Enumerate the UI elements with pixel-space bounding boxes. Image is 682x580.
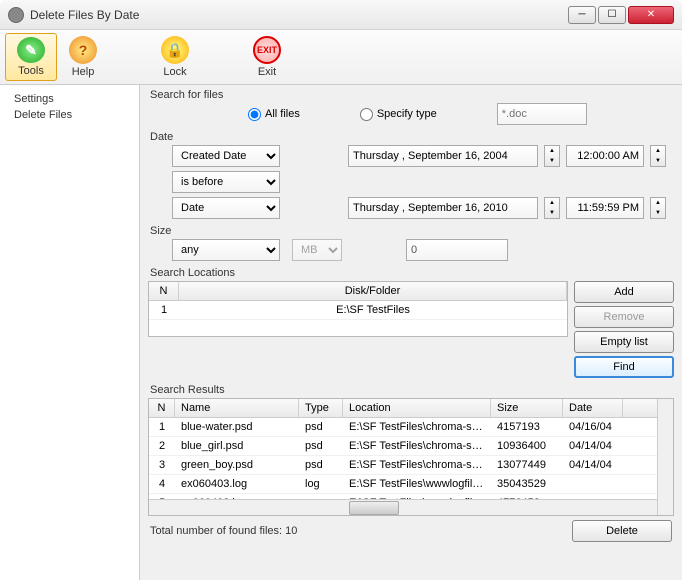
col-location[interactable]: Location — [343, 399, 491, 417]
minimize-button[interactable]: ─ — [568, 6, 596, 24]
lock-icon: 🔒 — [161, 36, 189, 64]
file-type-input[interactable] — [497, 103, 587, 125]
date-title: Date — [148, 131, 674, 143]
date1-input[interactable] — [348, 145, 538, 167]
time2-input[interactable] — [566, 197, 644, 219]
help-icon: ? — [69, 36, 97, 64]
col-date[interactable]: Date — [563, 399, 623, 417]
locations-table: N Disk/Folder 1E:\SF TestFiles — [148, 281, 568, 337]
exit-button[interactable]: EXIT Exit — [241, 33, 293, 81]
time2-spinner[interactable]: ▲▼ — [650, 197, 666, 219]
sidebar-item-delete-files[interactable]: Delete Files — [6, 107, 133, 123]
remove-button[interactable]: Remove — [574, 306, 674, 328]
close-button[interactable]: ✕ — [628, 6, 674, 24]
size-group: Size any MB — [148, 225, 674, 261]
sidebar: Settings Delete Files — [0, 85, 140, 580]
empty-list-button[interactable]: Empty list — [574, 331, 674, 353]
time1-input[interactable] — [566, 145, 644, 167]
col-type[interactable]: Type — [299, 399, 343, 417]
tools-button[interactable]: ✎ Tools — [5, 33, 57, 81]
toolbar: ✎ Tools ? Help 🔒 Lock EXIT Exit — [0, 30, 682, 85]
date2-spinner[interactable]: ▲▼ — [544, 197, 560, 219]
col-name[interactable]: Name — [175, 399, 299, 417]
total-files-label: Total number of found files: 10 — [150, 525, 564, 537]
app-icon — [8, 7, 24, 23]
delete-button[interactable]: Delete — [572, 520, 672, 542]
date2-input[interactable] — [348, 197, 538, 219]
locations-group: Search Locations N Disk/Folder 1E:\SF Te… — [148, 267, 674, 378]
date1-spinner[interactable]: ▲▼ — [544, 145, 560, 167]
table-row[interactable]: 4ex060403.loglogE:\SF TestFiles\wwwlogfi… — [149, 475, 673, 494]
table-row[interactable]: 1E:\SF TestFiles — [149, 301, 567, 320]
results-title: Search Results — [148, 384, 674, 396]
col-size[interactable]: Size — [491, 399, 563, 417]
results-table: N Name Type Location Size Date 1blue-wat… — [148, 398, 674, 516]
date-op-select[interactable]: is before — [172, 171, 280, 193]
add-button[interactable]: Add — [574, 281, 674, 303]
maximize-button[interactable]: ☐ — [598, 6, 626, 24]
col-disk-folder[interactable]: Disk/Folder — [179, 282, 567, 300]
table-row[interactable]: 2blue_girl.psdpsdE:\SF TestFiles\chroma-… — [149, 437, 673, 456]
find-button[interactable]: Find — [574, 356, 674, 378]
content-panel: Search for files All files Specify type … — [140, 85, 682, 580]
lock-button[interactable]: 🔒 Lock — [149, 33, 201, 81]
window-title: Delete Files By Date — [30, 8, 568, 22]
all-files-radio[interactable]: All files — [248, 108, 300, 121]
size-unit-select[interactable]: MB — [292, 239, 342, 261]
help-button[interactable]: ? Help — [57, 33, 109, 81]
exit-icon: EXIT — [253, 36, 281, 64]
table-row[interactable]: 3green_boy.psdpsdE:\SF TestFiles\chroma-… — [149, 456, 673, 475]
horizontal-scrollbar[interactable] — [149, 499, 657, 515]
specify-type-radio[interactable]: Specify type — [360, 108, 437, 121]
col-n[interactable]: N — [149, 282, 179, 300]
size-value-input[interactable] — [406, 239, 508, 261]
titlebar: Delete Files By Date ─ ☐ ✕ — [0, 0, 682, 30]
size-op-select[interactable]: any — [172, 239, 280, 261]
vertical-scrollbar[interactable] — [657, 399, 673, 515]
date-field-select[interactable]: Created Date — [172, 145, 280, 167]
results-group: Search Results N Name Type Location Size… — [148, 384, 674, 546]
size-title: Size — [148, 225, 674, 237]
search-for-group: Search for files All files Specify type — [148, 89, 674, 125]
date-group: Date Created Date ▲▼ ▲▼ is before Date — [148, 131, 674, 219]
locations-title: Search Locations — [148, 267, 674, 279]
sidebar-item-settings[interactable]: Settings — [6, 91, 133, 107]
table-row[interactable]: 1blue-water.psdpsdE:\SF TestFiles\chroma… — [149, 418, 673, 437]
time1-spinner[interactable]: ▲▼ — [650, 145, 666, 167]
col-n[interactable]: N — [149, 399, 175, 417]
pencil-icon: ✎ — [17, 37, 45, 63]
date-type-select[interactable]: Date — [172, 197, 280, 219]
search-for-title: Search for files — [148, 89, 674, 101]
